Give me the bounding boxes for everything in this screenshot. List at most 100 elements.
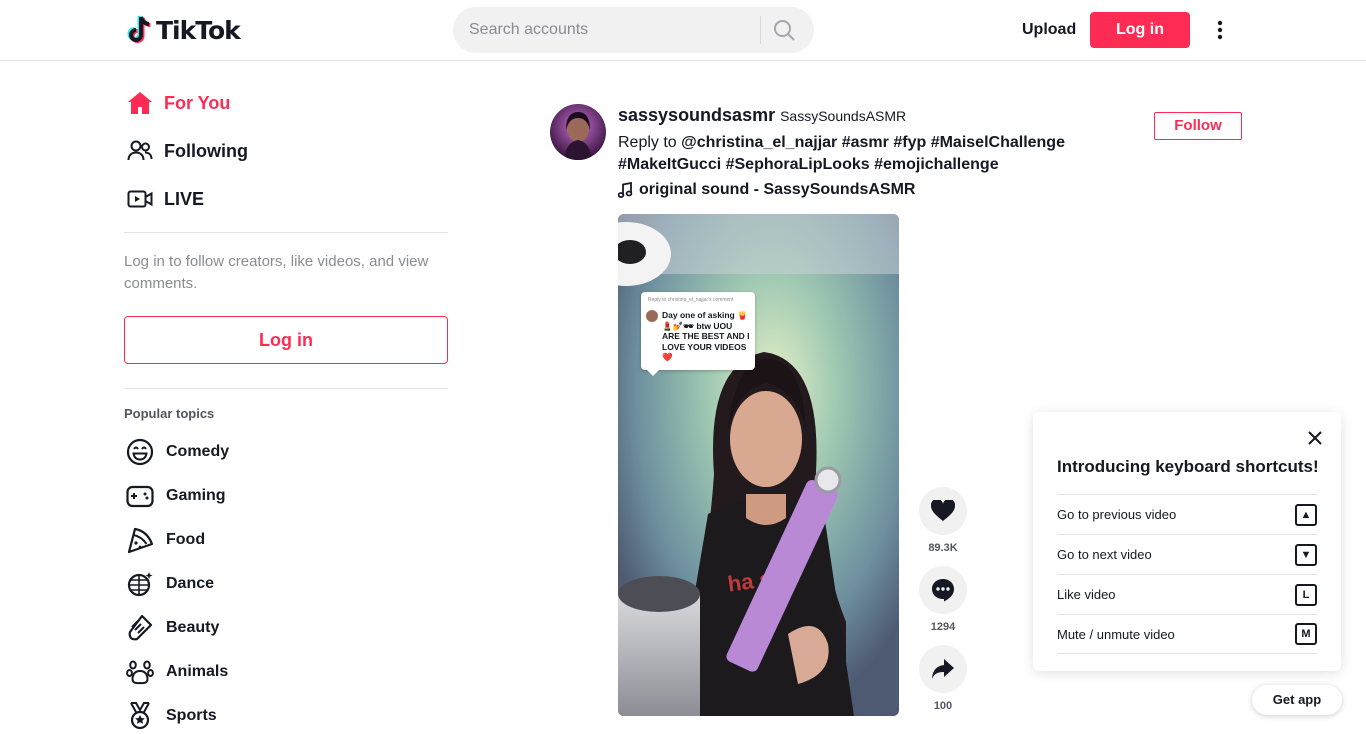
logo-text: TikTok [156,15,241,45]
topic-label: Sports [166,707,217,724]
header-login-button[interactable]: Log in [1090,12,1190,48]
comment-count: 1294 [930,621,956,633]
search-input[interactable] [469,7,759,53]
disco-ball-icon [124,568,156,600]
people-icon [124,135,156,167]
topic-label: Gaming [166,487,226,504]
paw-icon [124,656,156,688]
live-icon [124,183,156,215]
author-nickname: SassySoundsASMR [780,108,907,124]
comment-button[interactable] [919,566,967,614]
caption-prefix: Reply to [618,134,677,151]
shortcut-row: Like video L [1057,574,1317,614]
topic-beauty[interactable]: Beauty [124,610,448,646]
nav-following[interactable]: Following [124,127,448,175]
topic-comedy[interactable]: Comedy [124,434,448,470]
smile-icon [124,436,156,468]
shortcut-label: Like video [1057,587,1116,602]
hashtag-link[interactable]: #emojichallenge [874,156,999,173]
author-username[interactable]: sassysoundsasmr [618,105,775,126]
comment-action[interactable]: 1294 [919,566,967,633]
tiktok-logo[interactable]: TikTok [127,14,241,46]
l-key-icon: L [1295,583,1317,606]
popular-topics-title: Popular topics [124,406,215,421]
hashtag-link[interactable]: #MaiselChallenge [931,134,1065,151]
pizza-icon [124,524,156,556]
hashtag-link[interactable]: #MakeItGucci [618,156,721,173]
shortcuts-title: Introducing keyboard shortcuts! [1057,457,1319,476]
topic-food[interactable]: Food [124,522,448,558]
nav-for-you[interactable]: For You [124,79,448,127]
share-icon [932,659,954,679]
sidebar-login-button[interactable]: Log in [124,316,448,364]
nav-label: For You [164,92,231,113]
arrow-up-key-icon: ▲ [1295,503,1317,526]
like-count: 89.3K [928,542,958,554]
sidebar-divider [124,388,448,389]
topic-animals[interactable]: Animals [124,654,448,690]
topic-label: Beauty [166,619,220,636]
search-divider [760,16,761,44]
topic-label: Comedy [166,443,230,460]
nav-label: LIVE [164,188,205,209]
share-count: 100 [933,700,953,712]
shortcut-row: Go to next video ▼ [1057,534,1317,574]
get-app-button[interactable]: Get app [1252,685,1342,715]
topic-label: Animals [166,663,229,680]
follow-button[interactable]: Follow [1154,112,1242,140]
shortcut-label: Go to previous video [1057,507,1177,522]
video-player[interactable]: ha saw Reply to christina_el_najjar's co… [618,214,899,716]
topic-label: Dance [166,575,215,592]
author-avatar[interactable] [550,104,606,160]
medal-icon [124,700,156,732]
comment-icon [932,579,954,602]
m-key-icon: M [1295,623,1317,645]
shortcut-row: Go to previous video ▲ [1057,494,1317,534]
shortcut-row: Mute / unmute video M [1057,614,1317,654]
search-icon [774,20,795,41]
search-button[interactable] [769,15,799,45]
close-icon [1308,431,1322,445]
author-info: sassysoundsasmr SassySoundsASMR [618,105,906,126]
nav-label: Following [164,140,248,161]
like-action[interactable]: 89.3K [919,487,967,554]
sticker-reply-label: Reply to christina_el_najjar's comment [648,297,734,303]
more-menu-button[interactable] [1208,16,1232,44]
search-bar [453,7,814,53]
mention-link[interactable]: @christina_el_najjar [681,134,837,151]
sticker-comment-text: Day one of asking 🍟💄💅🕶 btw UOU ARE THE B… [662,310,750,362]
share-action[interactable]: 100 [919,645,967,712]
music-link[interactable]: original sound - SassySoundsASMR [618,181,915,199]
hashtag-link[interactable]: #SephoraLipLooks [726,156,870,173]
topic-label: Food [166,531,206,548]
shortcut-label: Mute / unmute video [1057,626,1175,642]
music-title: original sound - SassySoundsASMR [639,181,916,198]
topic-dance[interactable]: Dance [124,566,448,602]
sidebar-divider [124,232,448,233]
hashtag-link[interactable]: #fyp [893,134,926,151]
top-header: TikTok Upload Log in [0,0,1366,61]
like-button[interactable] [919,487,967,535]
topic-gaming[interactable]: Gaming [124,478,448,514]
login-prompt-text: Log in to follow creators, like videos, … [124,253,429,292]
more-vertical-icon [1217,20,1223,40]
comb-icon [124,612,156,644]
sticker-avatar [646,310,658,322]
heart-icon [931,500,955,521]
topic-sports[interactable]: Sports [124,698,448,734]
upload-button[interactable]: Upload [1010,12,1088,48]
arrow-down-key-icon: ▼ [1295,543,1317,566]
sticker-tail [647,370,659,376]
hashtag-link[interactable]: #asmr [842,134,889,151]
close-button[interactable] [1304,427,1326,449]
home-icon [124,87,156,119]
gamepad-icon [124,480,156,512]
video-caption: Reply to @christina_el_najjar #asmr #fyp… [618,132,1138,176]
shortcut-label: Go to next video [1057,547,1152,562]
music-note-icon [618,182,633,198]
keyboard-shortcuts-popup: Introducing keyboard shortcuts! Go to pr… [1033,412,1341,671]
video-frame: ha saw [618,214,899,716]
tiktok-logo-icon [127,15,153,45]
nav-live[interactable]: LIVE [124,175,448,223]
share-button[interactable] [919,645,967,693]
